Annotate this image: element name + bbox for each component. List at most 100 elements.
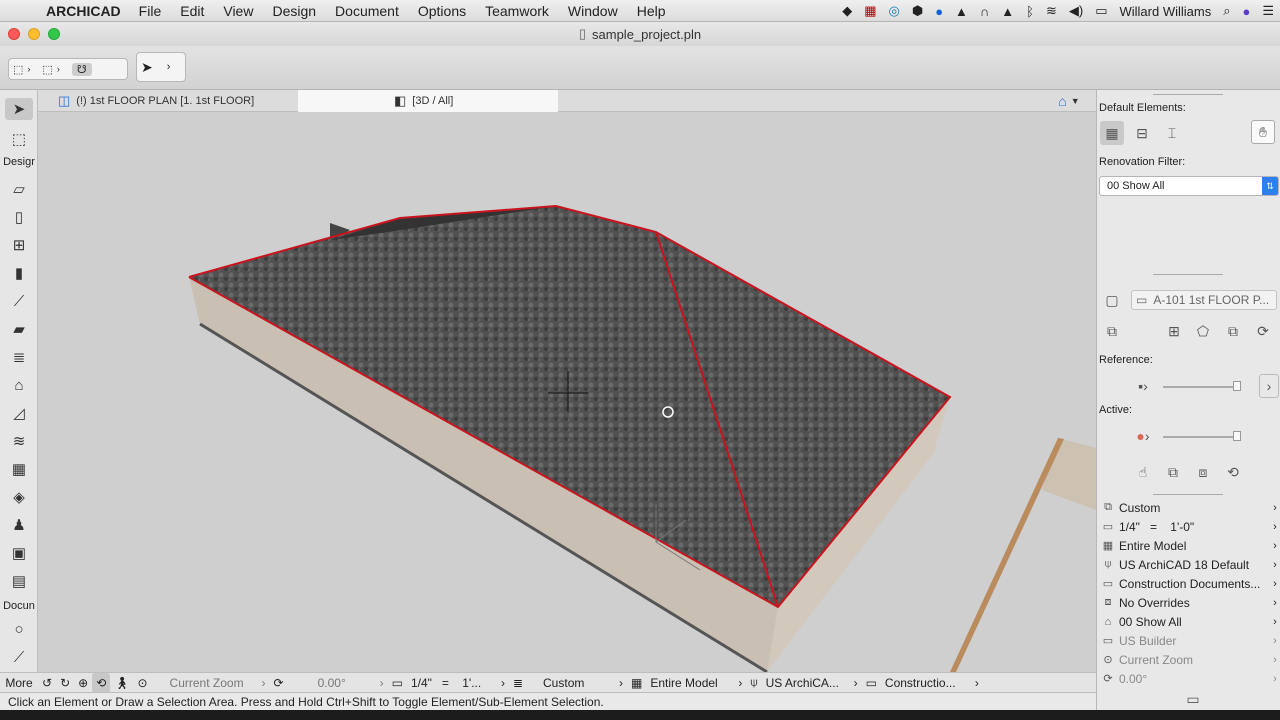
film-icon[interactable]: ▦ [864, 3, 876, 19]
more-button[interactable]: More [0, 673, 38, 693]
active-color-icon[interactable]: ● › [1130, 424, 1156, 448]
morph-tool-icon[interactable]: ◈ [5, 486, 33, 508]
palette-divider[interactable] [1153, 94, 1223, 95]
quick-option-structure[interactable]: ▦ Entire Model › [1097, 536, 1280, 555]
marquee-select-button[interactable]: ⬚ › [13, 63, 30, 76]
menu-view[interactable]: View [223, 3, 253, 19]
3d-viewport[interactable] [38, 112, 1096, 672]
battery-icon[interactable]: ▭ [1095, 3, 1107, 19]
mesh-tool-icon[interactable]: ≋ [5, 430, 33, 452]
copy-icon[interactable]: ⧉ [1161, 460, 1185, 484]
teamwork-hand-icon[interactable]: ✋︎ [1251, 120, 1275, 144]
palette-divider-3[interactable] [1153, 494, 1223, 495]
zoom-dropdown[interactable]: Current Zoom › [152, 673, 270, 693]
pen-set-dropdown[interactable]: US ArchiCA... › [762, 673, 862, 693]
marquee-tool-icon[interactable]: ⬚ [5, 128, 33, 150]
slab-tool-icon[interactable]: ▰ [5, 318, 33, 340]
window-tool-icon[interactable]: ⊞ [5, 234, 33, 256]
dropbox-icon[interactable]: ◆ [842, 3, 852, 19]
zoom-in-icon[interactable]: ⊕ [74, 673, 92, 693]
model-view-options-dropdown[interactable]: Constructio... › [881, 673, 983, 693]
refresh-icon[interactable]: ⟳ [1251, 319, 1275, 343]
close-window-button[interactable] [8, 28, 20, 40]
column-tool-icon[interactable]: ▮ [5, 262, 33, 284]
stair-tool-icon[interactable]: ≣ [5, 346, 33, 368]
shape-icon[interactable]: ⬠ [1191, 319, 1215, 343]
add-element-icon[interactable]: ⊞ [1162, 319, 1186, 343]
warning-icon[interactable]: ▲ [1001, 4, 1014, 19]
orbit-button[interactable]: ☋ [71, 62, 92, 76]
headphones-icon[interactable]: ∩ [980, 4, 989, 19]
reference-slider[interactable] [1163, 381, 1241, 391]
quick-option-overrides[interactable]: ⧈ No Overrides › [1097, 593, 1280, 612]
hexagon-icon[interactable]: ⬢ [912, 3, 923, 19]
active-slider-knob[interactable] [1233, 431, 1241, 441]
arrow-pointer-icon[interactable]: ➤ [141, 59, 153, 76]
redo-zoom-icon[interactable]: ↻ [56, 673, 74, 693]
tab-3d[interactable]: ◧ [3D / All] [298, 90, 558, 112]
notification-list-icon[interactable]: ☰ [1262, 3, 1274, 19]
chevron-right-icon[interactable]: › [167, 61, 171, 73]
arrow-tool-icon[interactable]: ➤ [5, 98, 33, 120]
railing-tool-icon[interactable]: ▤ [5, 570, 33, 592]
swirl-icon[interactable]: ◎ [888, 3, 899, 19]
column-icon[interactable]: ⌶ [1160, 121, 1184, 145]
menu-file[interactable]: File [139, 3, 162, 19]
beam-tool-icon[interactable]: ⟋ [5, 290, 33, 312]
user-name[interactable]: Willard Williams [1119, 4, 1211, 19]
palette-options-icon[interactable]: ▭ [1181, 690, 1205, 708]
angle-dropdown[interactable]: 0.00° › [288, 673, 388, 693]
active-slider[interactable] [1163, 431, 1241, 441]
menu-edit[interactable]: Edit [180, 3, 204, 19]
tab-floor-plan[interactable]: ◫ (!) 1st FLOOR PLAN [1. 1st FLOOR] [58, 90, 298, 112]
circle-tool-icon[interactable]: ○ [5, 618, 33, 640]
curtain-wall-tool-icon[interactable]: ▦ [5, 458, 33, 480]
volume-icon[interactable]: ◀) [1069, 3, 1083, 19]
copy-element-icon[interactable]: ⧉ [1221, 319, 1245, 343]
palette-divider-2[interactable] [1153, 274, 1223, 275]
rotation-icon[interactable]: ⟳ [270, 673, 288, 693]
menu-design[interactable]: Design [272, 3, 316, 19]
drive-icon[interactable]: ▲ [955, 4, 968, 19]
zoom-options-icon[interactable]: ⊙ [133, 673, 151, 693]
orbit-icon[interactable]: ⟲ [92, 672, 111, 693]
menu-help[interactable]: Help [637, 3, 666, 19]
area-select-button[interactable]: ⬚ › [42, 63, 59, 76]
quick-option-penset[interactable]: ⍦ US ArchiCAD 18 Default › [1097, 555, 1280, 574]
3d-model-canvas[interactable] [38, 112, 1096, 672]
quick-option-zoom[interactable]: ⊙ Current Zoom › [1097, 650, 1280, 669]
zoom-window-button[interactable] [48, 28, 60, 40]
menu-options[interactable]: Options [418, 3, 466, 19]
layer-combination-dropdown[interactable]: Custom › [527, 673, 627, 693]
layout-square-icon[interactable]: ▢ [1100, 288, 1124, 312]
wifi-icon[interactable]: ≋ [1046, 3, 1057, 19]
wall-grid-icon[interactable]: ▦ [1100, 121, 1124, 145]
search-icon[interactable]: ⌕ [1223, 3, 1230, 19]
layout-sheet-selector[interactable]: ▭ A-101 1st FLOOR P... [1131, 290, 1277, 310]
quick-option-renovation[interactable]: ⌂ 00 Show All › [1097, 612, 1280, 631]
bluetooth-icon[interactable]: ᛒ [1026, 4, 1034, 19]
model-display-dropdown[interactable]: Entire Model › [646, 673, 746, 693]
zone-tool-icon[interactable]: ▣ [5, 542, 33, 564]
quick-option-dimension[interactable]: ▭ US Builder › [1097, 631, 1280, 650]
door-tool-icon[interactable]: ▯ [5, 206, 33, 228]
scale-dropdown[interactable]: 1/4" = 1'... › [407, 673, 509, 693]
menu-window[interactable]: Window [568, 3, 618, 19]
reference-color-icon[interactable]: ▪› [1130, 374, 1156, 398]
walk-icon[interactable]: 🚶︎ [110, 673, 133, 693]
undo-zoom-icon[interactable]: ↺ [38, 673, 56, 693]
reference-slider-knob[interactable] [1233, 381, 1241, 391]
quick-option-layers[interactable]: ⧉ Custom › [1097, 498, 1280, 517]
app-menu[interactable]: ARCHICAD [46, 3, 121, 19]
shell-tool-icon[interactable]: ◿ [5, 402, 33, 424]
swap-icon[interactable]: ⟲ [1221, 460, 1245, 484]
line-tool-icon[interactable]: ⟋ [5, 646, 33, 668]
menu-teamwork[interactable]: Teamwork [485, 3, 549, 19]
document-section-label[interactable]: Docun [0, 600, 38, 612]
wall-tool-icon[interactable]: ▱ [5, 178, 33, 200]
hand-select-icon[interactable]: ☝︎ [1131, 460, 1155, 484]
quick-option-mvo[interactable]: ▭ Construction Documents... › [1097, 574, 1280, 593]
reference-expand-icon[interactable]: › [1259, 374, 1279, 398]
slab-stack-icon[interactable]: ⊟ [1130, 121, 1154, 145]
object-tool-icon[interactable]: ♟ [5, 514, 33, 536]
